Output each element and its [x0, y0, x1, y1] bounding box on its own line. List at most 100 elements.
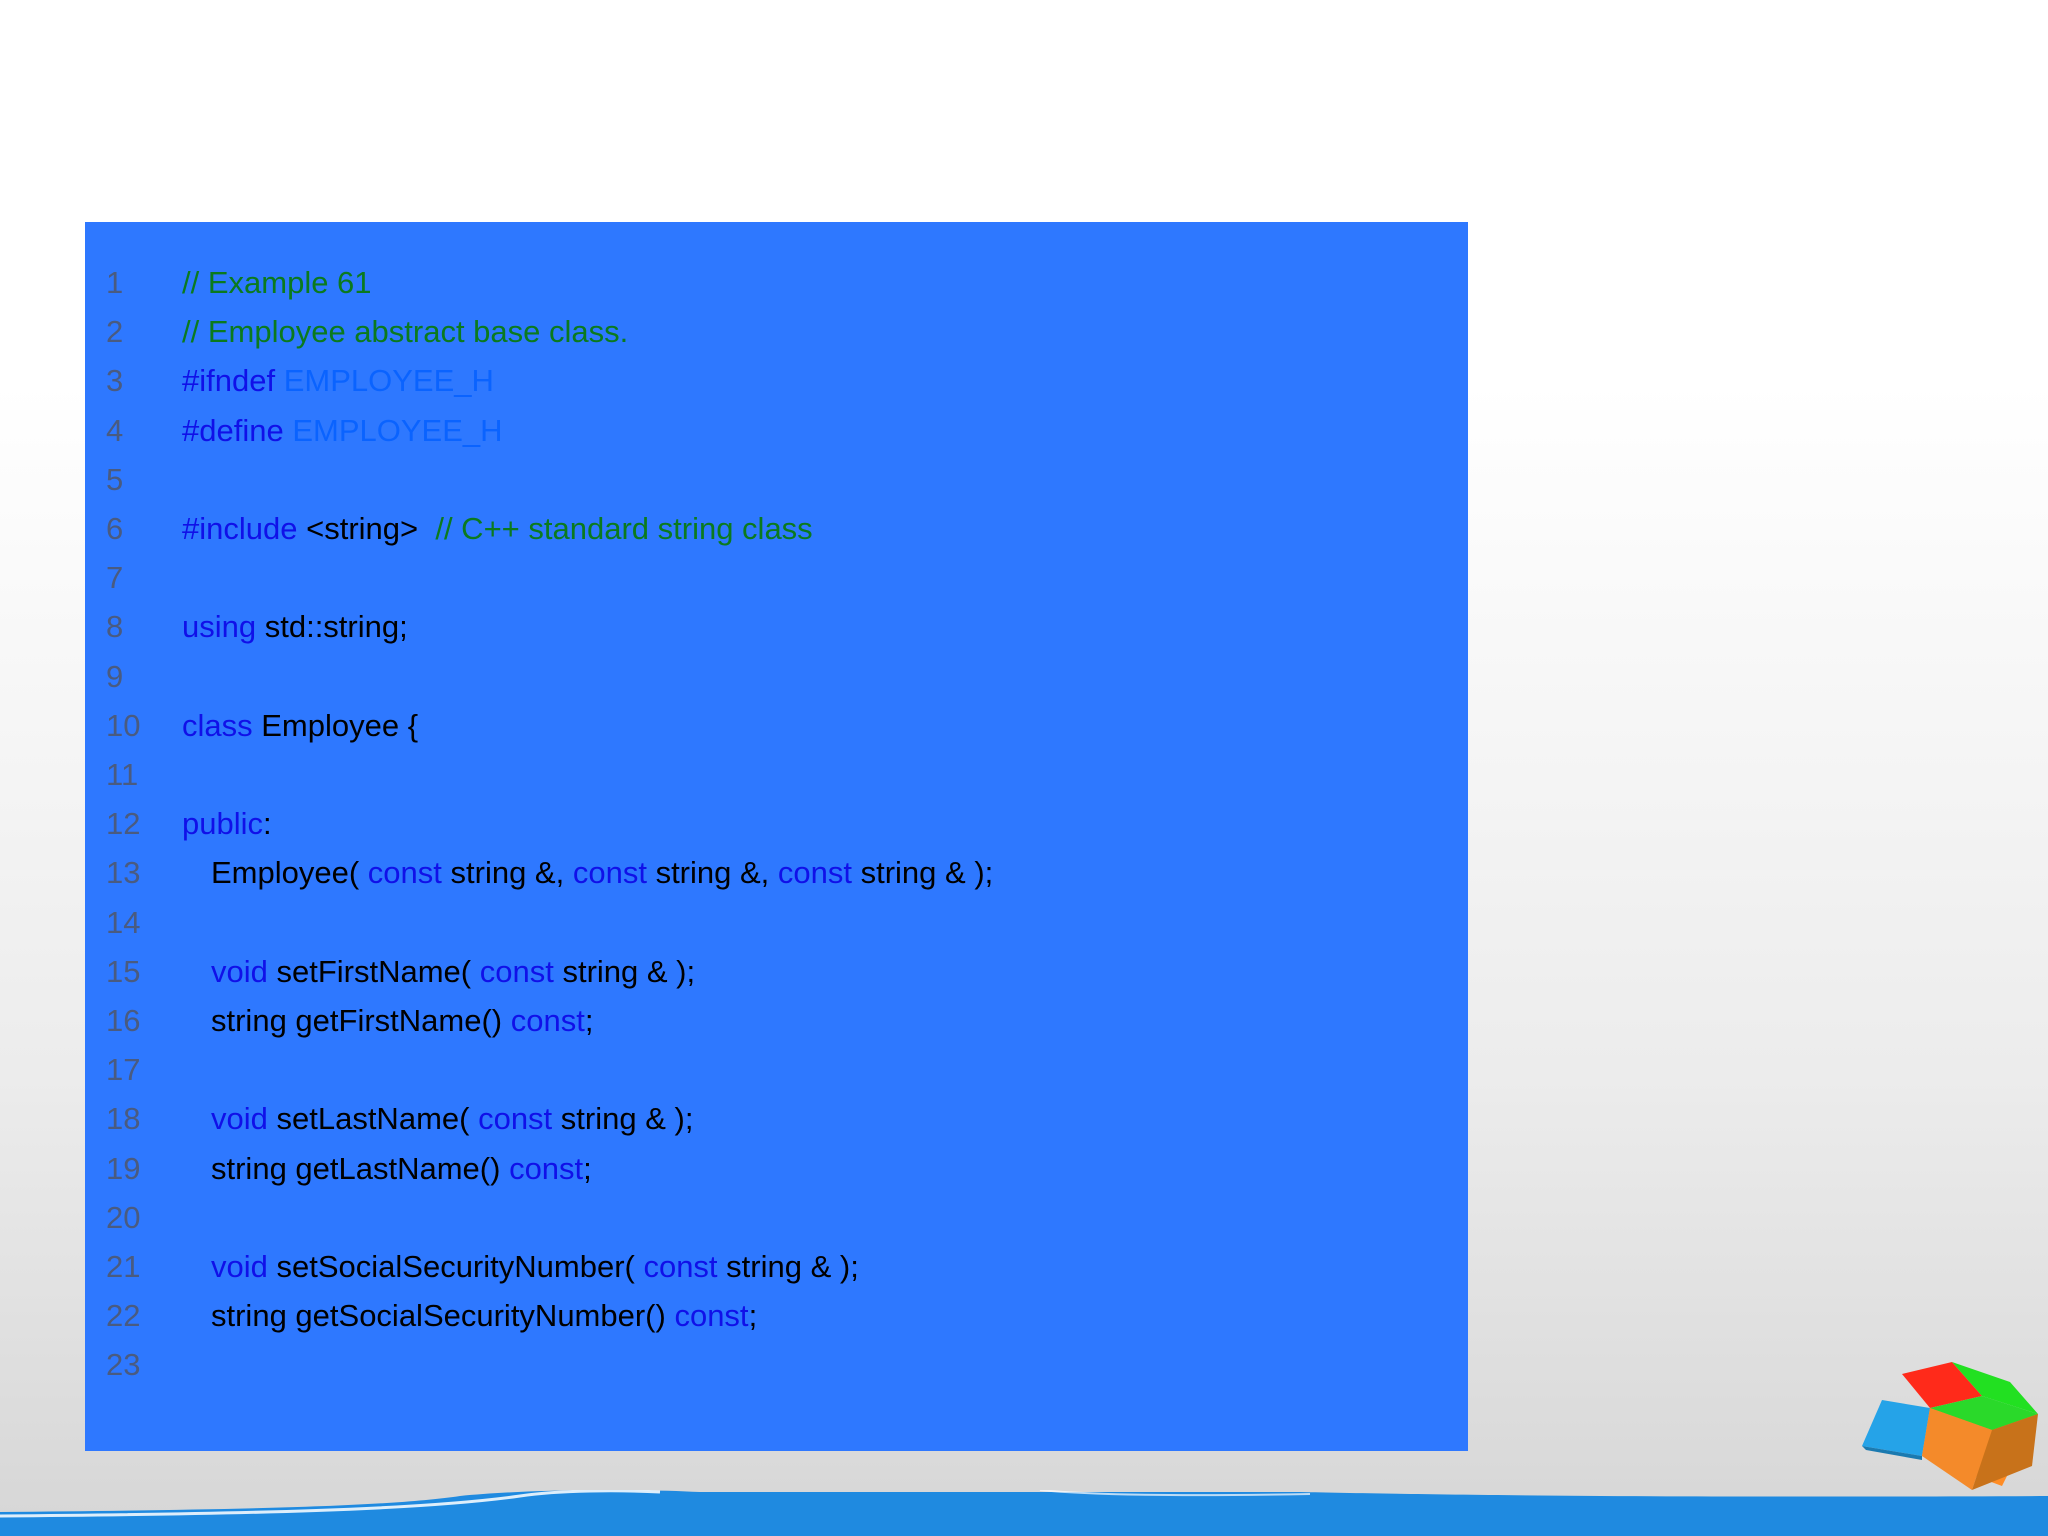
code-text-line: #ifndef EMPLOYEE_H — [182, 356, 494, 405]
code-macro: EMPLOYEE_H — [283, 363, 494, 399]
code-keyword: void — [211, 1249, 268, 1284]
code-text-line: // Example 61 — [182, 258, 372, 307]
code-line: 21 void setSocialSecurityNumber( const st… — [85, 1242, 1468, 1291]
code-text: string & ); — [553, 953, 696, 989]
line-number: 2 — [106, 314, 124, 350]
code-text-line: // Employee abstract base class. — [182, 307, 628, 356]
code-text: : — [263, 806, 272, 842]
code-keyword: class — [182, 707, 253, 743]
four-color-cube-icon — [1862, 1362, 2038, 1490]
code-line: 1 // Example 61 — [85, 258, 1468, 307]
code-text-line: class Employee { — [182, 701, 418, 750]
code-line: 3 #ifndef EMPLOYEE_H — [85, 356, 1468, 405]
code-text-line: string getSocialSecurityNumber() const; — [182, 1291, 757, 1340]
line-number: 5 — [106, 461, 124, 497]
code-text-line: string getFirstName() const; — [182, 996, 593, 1045]
code-text-line: using std::string; — [182, 602, 408, 651]
line-number: 17 — [106, 1052, 141, 1088]
code-text-line: void setFirstName( const string & ); — [182, 947, 695, 996]
code-text-line: Employee( const string &, const string &… — [182, 848, 993, 897]
code-keyword: const — [572, 855, 647, 891]
code-text: string & ); — [852, 855, 994, 891]
line-number: 20 — [106, 1199, 141, 1235]
code-text: string & ); — [717, 1249, 859, 1284]
line-number: 1 — [106, 265, 124, 300]
code-keyword: const — [367, 855, 442, 891]
line-number: 14 — [106, 904, 141, 940]
line-number: 10 — [106, 707, 141, 743]
line-number: 23 — [106, 1347, 141, 1383]
code-text-line: #define EMPLOYEE_H — [182, 406, 503, 455]
code-text: setSocialSecurityNumber( — [267, 1249, 644, 1284]
code-text: string &, — [441, 855, 573, 891]
line-number: 18 — [106, 1101, 141, 1137]
code-keyword: const — [674, 1298, 749, 1334]
code-line: 7 — [85, 553, 1468, 602]
line-number: 7 — [106, 560, 124, 596]
line-number: 13 — [106, 855, 141, 891]
line-number: 6 — [106, 511, 124, 546]
code-line: 5 — [85, 455, 1468, 504]
line-number: 21 — [106, 1249, 141, 1284]
code-keyword: public — [182, 806, 263, 842]
code-line: 22 string getSocialSecurityNumber() const… — [85, 1291, 1468, 1340]
code-panel: 1 // Example 61 2 // Employee abstract base… — [85, 222, 1468, 1451]
line-number: 9 — [106, 658, 124, 694]
code-text: Employee( — [211, 855, 368, 891]
code-keyword: #ifndef — [182, 363, 276, 399]
code-line: 14 — [85, 898, 1468, 947]
line-number: 15 — [106, 953, 141, 989]
code-text: ; — [748, 1298, 758, 1334]
code-text: setFirstName( — [267, 953, 480, 989]
code-line: 18 void setLastName( const string & ); — [85, 1094, 1468, 1143]
line-number: 19 — [106, 1150, 141, 1186]
code-keyword: const — [509, 1150, 584, 1186]
code-keyword: #define — [182, 412, 284, 448]
code-text: std::string; — [256, 609, 408, 645]
code-line: 12 public: — [85, 799, 1468, 848]
footer-wave-back — [0, 1490, 2048, 1536]
line-number: 8 — [106, 609, 124, 645]
code-line: 4 #define EMPLOYEE_H — [85, 406, 1468, 455]
code-text: ; — [583, 1150, 592, 1186]
line-number: 12 — [106, 806, 141, 842]
code-line: 8 using std::string; — [85, 602, 1468, 651]
code-line: 19 string getLastName() const; — [85, 1144, 1468, 1193]
code-text: string & ); — [552, 1101, 694, 1137]
code-line: 2 // Employee abstract base class. — [85, 307, 1468, 356]
line-number: 22 — [106, 1298, 141, 1334]
code-text: string &, — [646, 855, 778, 891]
code-keyword: using — [182, 609, 257, 645]
code-text: string getLastName() — [211, 1150, 510, 1186]
code-text: string getSocialSecurityNumber() — [211, 1298, 675, 1334]
line-number: 4 — [106, 412, 124, 448]
code-text-line: public: — [182, 799, 272, 848]
code-comment: // C++ standard string class — [435, 511, 813, 546]
line-number: 16 — [106, 1003, 141, 1038]
code-line: 16 string getFirstName() const; — [85, 996, 1468, 1045]
footer-wave-band — [0, 1490, 2048, 1536]
code-keyword: const — [479, 953, 554, 989]
code-line: 9 — [85, 652, 1468, 701]
code-text-line: void setSocialSecurityNumber( const stri… — [182, 1242, 859, 1291]
code-keyword: void — [211, 1101, 268, 1137]
code-macro: EMPLOYEE_H — [292, 412, 503, 448]
code-line: 6 #include <string> // C++ standard strin… — [85, 504, 1468, 553]
code-keyword: const — [478, 1101, 553, 1137]
code-line: 23 — [85, 1340, 1468, 1389]
code-keyword: void — [211, 953, 268, 989]
line-number: 3 — [106, 363, 124, 399]
code-keyword: #include — [182, 511, 298, 546]
code-text-line: void setLastName( const string & ); — [182, 1094, 693, 1143]
code-keyword: const — [777, 855, 852, 891]
code-text: <string> — [297, 511, 436, 546]
code-line: 11 — [85, 750, 1468, 799]
code-text: ; — [584, 1003, 594, 1038]
code-line: 13 Employee( const string &, const string… — [85, 848, 1468, 897]
code-comment: // Example 61 — [182, 265, 372, 300]
code-line: 20 — [85, 1193, 1468, 1242]
code-text-line: string getLastName() const; — [182, 1144, 592, 1193]
code-keyword: const — [643, 1249, 718, 1284]
code-text: string getFirstName() — [211, 1003, 511, 1038]
